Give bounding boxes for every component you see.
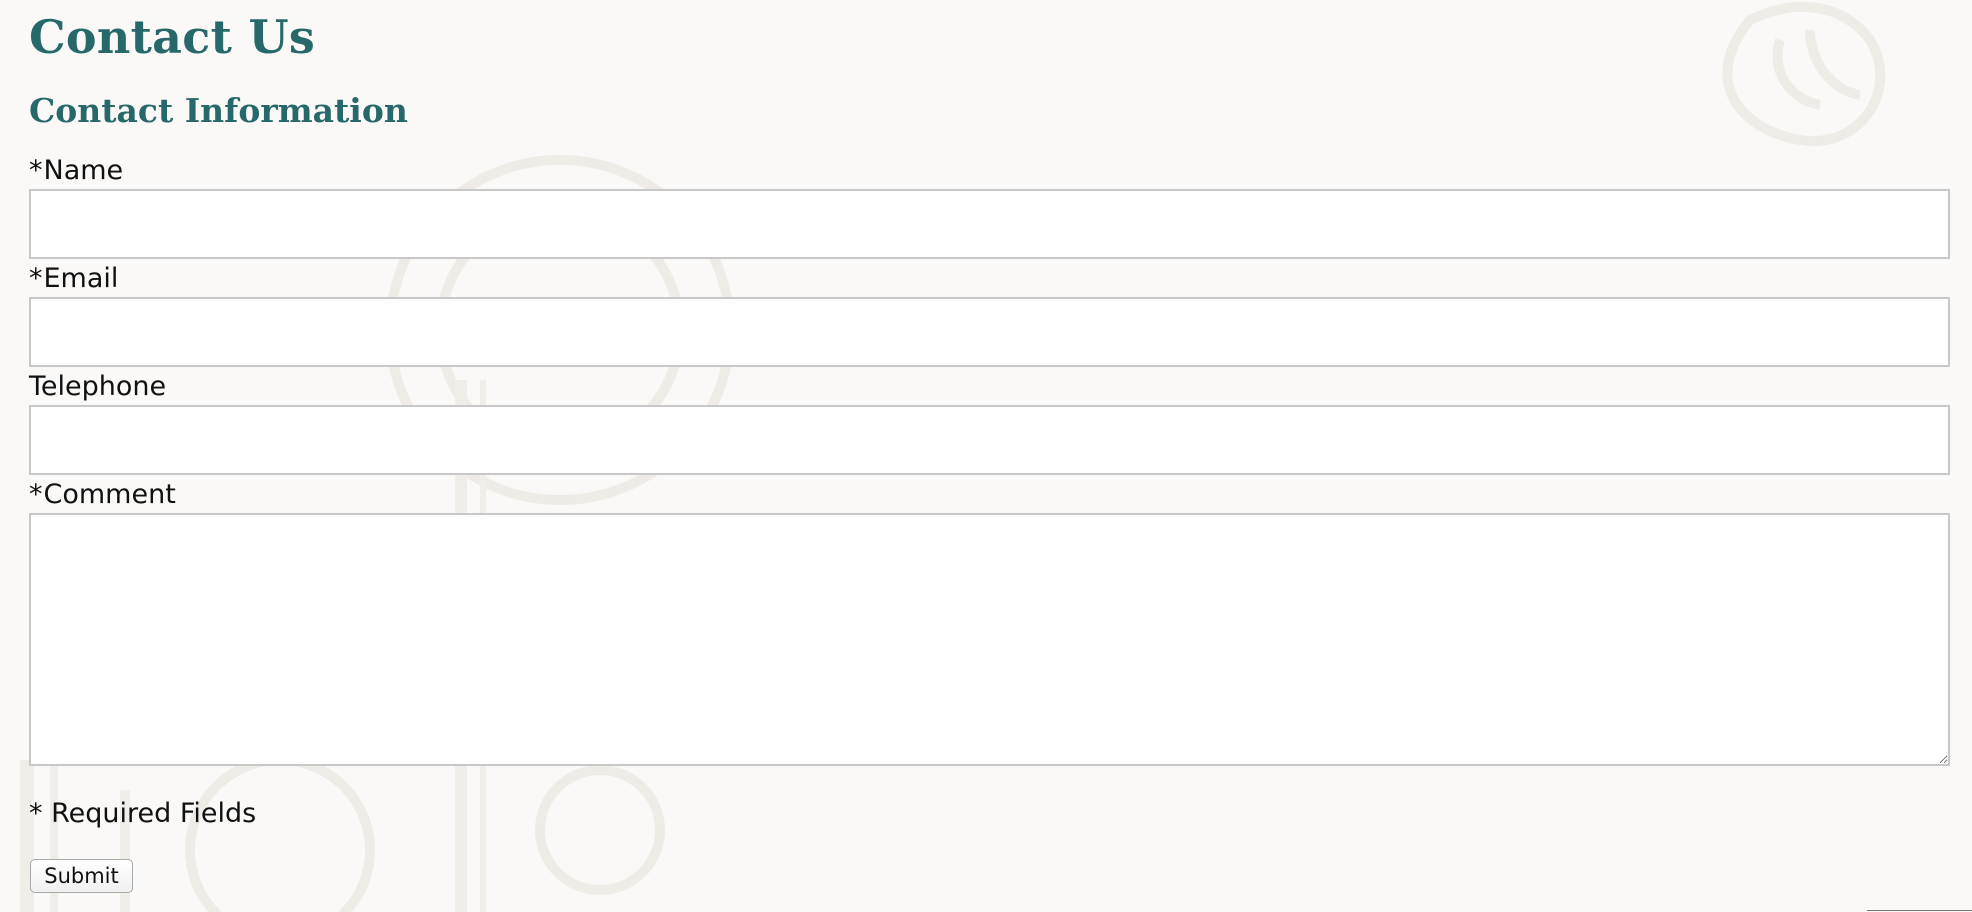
telephone-input[interactable] <box>29 405 1950 475</box>
email-field-group: *Email <box>29 263 1950 367</box>
name-input[interactable] <box>29 189 1950 259</box>
required-fields-note: * Required Fields <box>29 798 257 829</box>
comment-field-group: *Comment <box>29 479 1950 766</box>
telephone-field-group: Telephone <box>29 371 1950 475</box>
page-title: Contact Us <box>29 10 316 64</box>
telephone-label: Telephone <box>29 371 1950 405</box>
submit-button[interactable]: Submit <box>30 859 133 893</box>
corner-divider <box>1867 910 1972 911</box>
required-marker: * <box>29 263 43 294</box>
name-field-group: *Name <box>29 155 1950 259</box>
comment-label-text: Comment <box>43 479 176 510</box>
email-input[interactable] <box>29 297 1950 367</box>
telephone-label-text: Telephone <box>29 371 167 402</box>
contact-page: Contact Us Contact Information <box>0 0 1972 137</box>
required-marker: * <box>29 479 43 510</box>
comment-label: *Comment <box>29 479 1950 513</box>
comment-textarea[interactable] <box>29 513 1950 766</box>
section-title: Contact Information <box>29 91 408 130</box>
name-label-text: Name <box>43 155 124 186</box>
name-label: *Name <box>29 155 1950 189</box>
required-marker: * <box>29 155 43 186</box>
email-label: *Email <box>29 263 1950 297</box>
email-label-text: Email <box>43 263 119 294</box>
